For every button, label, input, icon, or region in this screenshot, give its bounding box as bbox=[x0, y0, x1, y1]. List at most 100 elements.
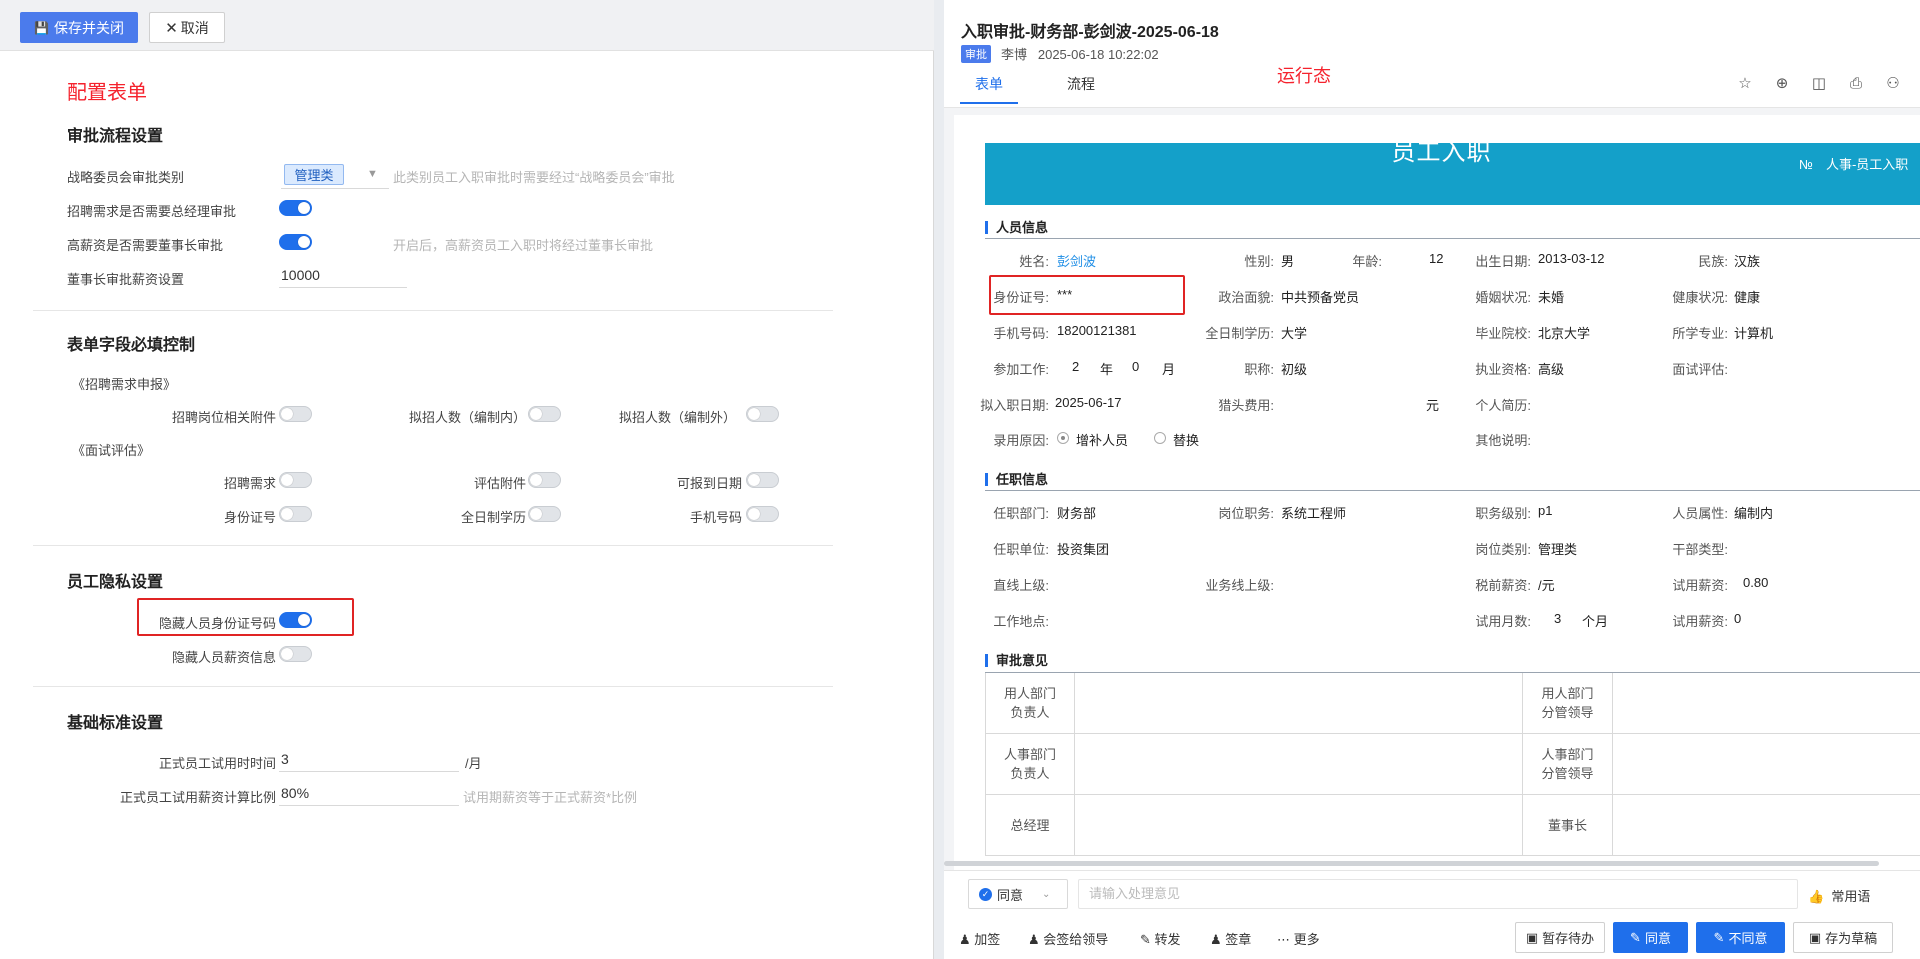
tab-indicator bbox=[960, 102, 1018, 104]
horizontal-scrollbar[interactable] bbox=[944, 861, 1879, 866]
probation-months-value: 3 bbox=[1554, 611, 1562, 626]
req-phone-toggle[interactable] bbox=[746, 506, 779, 522]
check-circle-icon: ✓ bbox=[979, 887, 992, 901]
interview-label: 面试评估: bbox=[1672, 362, 1728, 377]
req-headcount-out-toggle[interactable] bbox=[746, 406, 779, 422]
opinion-select[interactable]: ✓ 同意 ⌄ bbox=[968, 879, 1068, 909]
req-attachment-toggle[interactable] bbox=[279, 406, 312, 422]
req-demand-toggle[interactable] bbox=[279, 472, 312, 488]
req-idcard-toggle[interactable] bbox=[279, 506, 312, 522]
countersign-button[interactable]: ♟ 会签给领导 bbox=[1028, 929, 1108, 948]
reason-radio-replace[interactable] bbox=[1154, 432, 1166, 444]
approval-table: 用人部门 负责人 用人部门 分管领导 人事部门 负责人 人事部门 分管领导 总经… bbox=[985, 672, 1920, 863]
hide-salary-toggle[interactable] bbox=[279, 646, 312, 662]
form-number: № 人事-员工入职 bbox=[1799, 157, 1909, 172]
reason-option-replace: 替换 bbox=[1173, 433, 1200, 448]
approval-cell-input[interactable] bbox=[1613, 734, 1920, 795]
save-draft-button[interactable]: ▣ 存为草稿 bbox=[1793, 922, 1893, 953]
users-icon[interactable]: ⚇ bbox=[1884, 75, 1902, 93]
chairman-salary-label: 董事长审批薪资设置 bbox=[67, 272, 185, 287]
opinion-input[interactable]: 请输入处理意见 bbox=[1078, 879, 1798, 909]
req-attachment-label: 招聘岗位相关附件 bbox=[171, 410, 276, 425]
req-headcount-out-label: 拟招人数（编制外） bbox=[618, 410, 736, 425]
forward-icon: ✎ bbox=[1140, 932, 1151, 947]
req-headcount-in-label: 拟招人数（编制内） bbox=[408, 410, 526, 425]
gm-approval-toggle[interactable] bbox=[279, 200, 312, 216]
approval-cell-input[interactable] bbox=[1075, 795, 1523, 856]
probation-input[interactable]: 3 bbox=[279, 747, 459, 772]
req-report-date-label: 可报到日期 bbox=[676, 476, 742, 491]
req-headcount-in-toggle[interactable] bbox=[528, 406, 561, 422]
unit-label: 任职单位: bbox=[993, 542, 1049, 557]
save-and-close-button[interactable]: 💾 保存并关闭 bbox=[20, 12, 138, 43]
qualification-value: 高级 bbox=[1538, 362, 1565, 377]
form-title: 员工入职 bbox=[1391, 139, 1492, 166]
education-label: 全日制学历: bbox=[1205, 326, 1274, 341]
reject-button[interactable]: ✎ 不同意 bbox=[1696, 922, 1785, 953]
reason-option-add: 增补人员 bbox=[1076, 433, 1129, 448]
submitter-info: 李博 2025-06-18 10:22:02 bbox=[1001, 44, 1159, 63]
divider bbox=[33, 310, 833, 311]
probation-salary-value: 0.80 bbox=[1743, 575, 1769, 590]
dept-value: 财务部 bbox=[1057, 506, 1097, 521]
work-years-value: 2 bbox=[1072, 359, 1080, 374]
add-signer-button[interactable]: ♟ 加签 bbox=[959, 929, 1000, 948]
name-value[interactable]: 彭剑波 bbox=[1057, 251, 1096, 270]
runtime-header: 入职审批-财务部-彭剑波-2025-06-18 审批 李博 2025-06-18… bbox=[944, 0, 1920, 108]
title-label: 职称: bbox=[1244, 362, 1274, 377]
form-document: 员工入职 № 人事-员工入职 人员信息 姓名: 彭剑波 性别: 男 年龄: 12… bbox=[954, 115, 1920, 870]
other-label: 其他说明: bbox=[1475, 433, 1531, 448]
approval-cell-input[interactable] bbox=[1075, 734, 1523, 795]
required-fields-title: 表单字段必填控制 bbox=[67, 337, 196, 354]
more-button[interactable]: ⋯ 更多 bbox=[1277, 929, 1320, 948]
star-icon[interactable]: ☆ bbox=[1736, 75, 1754, 93]
gender-label: 性别: bbox=[1244, 254, 1274, 269]
group-interview-label: 《面试评估》 bbox=[72, 443, 151, 458]
post-type-value: 管理类 bbox=[1538, 542, 1578, 557]
req-eval-attach-toggle[interactable] bbox=[528, 472, 561, 488]
chairman-approval-label: 高薪资是否需要董事长审批 bbox=[67, 238, 224, 253]
chevron-down-icon[interactable]: ▼ bbox=[367, 168, 378, 180]
print-icon[interactable]: ⎙ bbox=[1847, 75, 1865, 93]
tab-flow[interactable]: 流程 bbox=[1067, 74, 1095, 94]
save-pending-button[interactable]: ▣ 暂存待办 bbox=[1515, 922, 1605, 953]
runtime-panel: 入职审批-财务部-彭剑波-2025-06-18 审批 李博 2025-06-18… bbox=[944, 0, 1920, 959]
chairman-salary-input[interactable]: 10000 bbox=[279, 263, 407, 288]
common-phrase-button[interactable]: 👍 常用语 bbox=[1808, 886, 1870, 905]
close-icon: ✕ bbox=[165, 19, 178, 37]
save-icon: 💾 bbox=[34, 20, 49, 35]
probation-ratio-input[interactable]: 80% bbox=[279, 781, 459, 806]
work-years-unit: 年 bbox=[1100, 362, 1114, 377]
reason-radio-add[interactable] bbox=[1057, 432, 1069, 444]
attr-value: 编制内 bbox=[1734, 506, 1774, 521]
tab-form[interactable]: 表单 bbox=[975, 74, 1003, 94]
phone-label: 手机号码: bbox=[993, 326, 1049, 341]
cancel-button[interactable]: ✕ 取消 bbox=[149, 12, 225, 43]
approval-cell-input[interactable] bbox=[1075, 673, 1523, 734]
status-badge: 审批 bbox=[961, 45, 991, 63]
config-toolbar: 💾 保存并关闭 ✕ 取消 bbox=[0, 0, 934, 51]
req-eval-attach-label: 评估附件 bbox=[473, 476, 526, 491]
approval-cell-input[interactable] bbox=[1613, 795, 1920, 856]
headhunt-label: 猎头费用: bbox=[1218, 398, 1274, 413]
name-label: 姓名: bbox=[1019, 254, 1049, 269]
qualification-label: 执业资格: bbox=[1475, 362, 1531, 377]
approval-cell-input[interactable] bbox=[1613, 673, 1920, 734]
req-education-toggle[interactable] bbox=[528, 506, 561, 522]
approve-button[interactable]: ✎ 同意 bbox=[1613, 922, 1688, 953]
probation-months-unit: 个月 bbox=[1582, 614, 1609, 629]
target-icon[interactable]: ⊕ bbox=[1773, 75, 1791, 93]
archive-icon[interactable]: ◫ bbox=[1810, 75, 1828, 93]
school-value: 北京大学 bbox=[1538, 326, 1591, 341]
join-date-value: 2025-06-17 bbox=[1055, 395, 1122, 410]
strategy-category-tag[interactable]: 管理类 bbox=[284, 164, 344, 185]
stamp-button[interactable]: ♟ 签章 bbox=[1210, 929, 1251, 948]
group-divider bbox=[985, 238, 1920, 239]
leader-label: 直线上级: bbox=[993, 578, 1049, 593]
chairman-approval-toggle[interactable] bbox=[279, 234, 312, 250]
stamp-icon: ♟ bbox=[1210, 932, 1222, 947]
forward-button[interactable]: ✎ 转发 bbox=[1140, 929, 1181, 948]
panel-splitter[interactable] bbox=[934, 0, 944, 959]
strategy-hint: 此类别员工入职审批时需要经过“战略委员会”审批 bbox=[393, 170, 675, 185]
req-report-date-toggle[interactable] bbox=[746, 472, 779, 488]
